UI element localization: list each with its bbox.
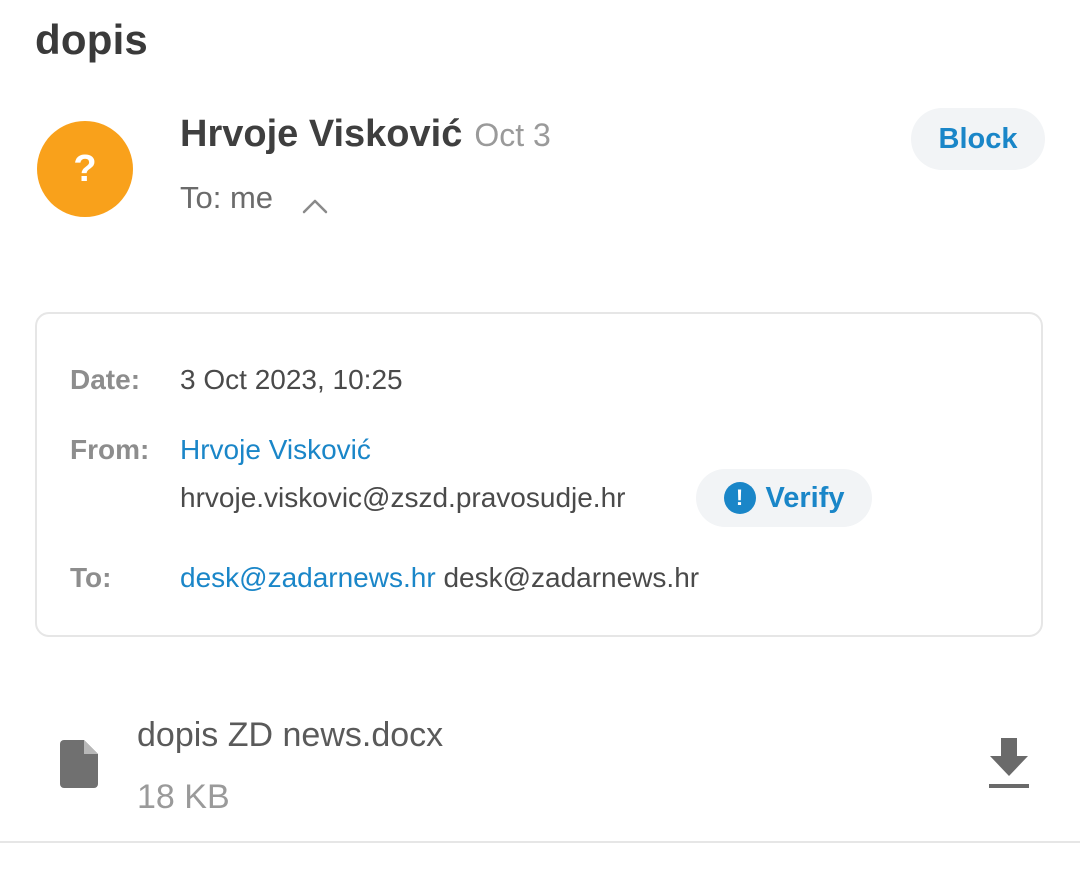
verify-label: Verify [765, 481, 845, 514]
download-icon[interactable] [986, 738, 1032, 790]
email-subject: dopis [35, 16, 148, 63]
chevron-up-icon[interactable] [301, 188, 329, 214]
verify-button[interactable]: ! Verify [696, 469, 872, 527]
avatar-glyph: ? [73, 147, 97, 190]
file-icon [60, 740, 98, 788]
from-label: From: [70, 434, 150, 465]
from-name-link[interactable]: Hrvoje Visković [180, 434, 371, 466]
to-value: desk@zadarnews.hr desk@zadarnews.hr [180, 562, 699, 594]
info-exclamation-icon: ! [723, 482, 756, 514]
attachment-file-name: dopis ZD news.docx [137, 716, 444, 754]
to-address: desk@zadarnews.hr [443, 562, 700, 593]
to-label: To: [70, 562, 112, 593]
date-value: 3 Oct 2023, 10:25 [180, 364, 403, 395]
sender-date: Oct 3 [474, 117, 551, 153]
avatar[interactable]: ? [37, 121, 133, 217]
to-address-link[interactable]: desk@zadarnews.hr [180, 562, 436, 593]
date-label: Date: [70, 364, 141, 395]
from-address: hrvoje.viskovic@zszd.pravosudje.hr [180, 482, 626, 513]
email-view: dopis ? Hrvoje Visković Oct 3 To: me Blo… [0, 0, 1080, 878]
recipient-summary: To: me [180, 180, 274, 215]
attachment-file-size: 18 KB [137, 778, 230, 816]
divider [0, 841, 1080, 843]
sender-name[interactable]: Hrvoje Visković [180, 113, 462, 156]
recipient-summary-toggle[interactable]: To: me [180, 180, 329, 216]
attachment-item[interactable]: dopis ZD news.docx 18 KB [0, 700, 1080, 842]
details-card: Date: 3 Oct 2023, 10:25 From: Hrvoje Vis… [35, 312, 1043, 637]
block-button[interactable]: Block [911, 108, 1045, 170]
sender-line: Hrvoje Visković Oct 3 [180, 113, 551, 156]
